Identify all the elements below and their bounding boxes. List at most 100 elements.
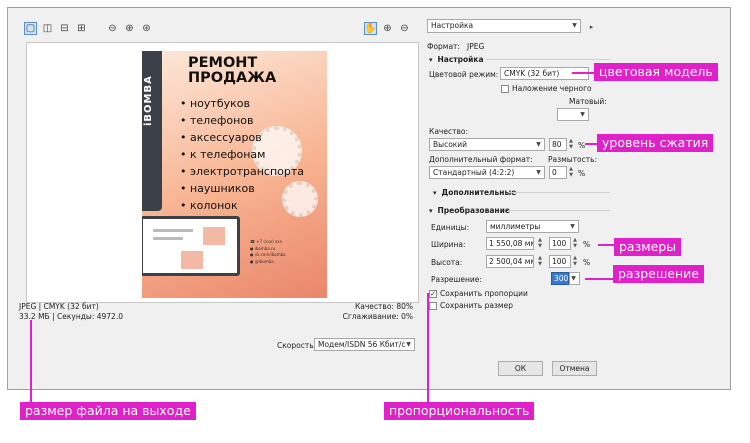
blur-spinner[interactable]: ▲ ▼ [567, 166, 575, 179]
callout-compression: уровень сжатия [597, 134, 714, 152]
section-advanced[interactable]: Дополнительные [433, 188, 517, 197]
divider [508, 210, 610, 211]
units-value: миллиметры [490, 222, 541, 231]
poster-list-item: • телефонов [180, 114, 254, 127]
zoom-fit-icon[interactable]: ⊛ [140, 22, 153, 35]
resolution-dropdown[interactable]: ▼ [569, 272, 580, 285]
poster-list-item: • к телефонам [180, 148, 266, 161]
keep-size-label: Сохранить размер [440, 301, 513, 310]
divider [508, 192, 610, 193]
checkbox-box [501, 84, 509, 93]
quality-number-input[interactable]: 80 [549, 138, 567, 151]
ok-button[interactable]: ОК [498, 361, 543, 376]
subformat-select[interactable]: Стандартный (4:2:2) ▼ [429, 166, 545, 179]
poster-list-item: • ноутбуков [180, 97, 250, 110]
zoom-in-right-icon[interactable]: ⊕ [381, 22, 394, 35]
color-mode-label: Цветовой режим: [429, 70, 499, 79]
keep-ratio-label: Сохранить пропорции [440, 289, 528, 298]
blur-input[interactable]: 0 [549, 166, 567, 179]
checkbox-box-checked: ✓ [429, 289, 437, 298]
callout-file-size: размер файла на выходе [20, 402, 196, 420]
width-percent-spinner[interactable]: ▲ ▼ [571, 237, 579, 250]
callout-proportionality: пропорциональность [384, 402, 535, 420]
section-transform[interactable]: Преобразование [429, 206, 510, 215]
quality-spinner[interactable]: ▲ ▼ [567, 138, 575, 151]
preview-info-quality: Качество: 80% [354, 302, 413, 311]
overprint-checkbox[interactable]: Наложение черного [501, 84, 592, 93]
keep-size-checkbox[interactable]: Сохранить размер [429, 301, 513, 310]
section-settings[interactable]: Настройка [429, 55, 484, 64]
chevron-down-icon: ▼ [536, 169, 541, 176]
subformat-value: Стандартный (4:2:2) [433, 168, 515, 177]
quad-view-icon[interactable]: ⊞ [75, 22, 88, 35]
speed-select[interactable]: Модем/ISDN 56 Кбит/с ▼ [314, 338, 415, 351]
zoom-in-icon[interactable]: ⊕ [123, 22, 136, 35]
blur-percent: % [578, 169, 586, 178]
callout-line [572, 72, 594, 74]
matte-select[interactable]: ▼ [557, 108, 589, 121]
height-percent: % [583, 258, 591, 267]
height-spinner[interactable]: ▲ ▼ [536, 255, 544, 268]
callout-resolution: разрешение [613, 265, 704, 283]
color-mode-value: CMYK (32 бит) [504, 69, 560, 78]
chevron-down-icon: ▼ [406, 341, 411, 348]
chevron-down-icon: ▼ [536, 141, 541, 148]
width-percent-input[interactable]: 100 [549, 237, 571, 250]
quality-label: Качество: [429, 127, 468, 136]
poster-list-item: • наушников [180, 182, 255, 195]
contact-line: ● @ibomba [250, 258, 274, 264]
height-label: Высота: [431, 258, 463, 267]
callout-line [598, 244, 614, 246]
single-view-icon[interactable]: ▢ [24, 22, 37, 35]
keep-ratio-checkbox[interactable]: ✓ Сохранить пропорции [429, 289, 528, 298]
callout-color-model: цветовая модель [594, 63, 718, 81]
split-horizontal-view-icon[interactable]: ⊟ [58, 22, 71, 35]
quality-value: Высокий [433, 140, 468, 149]
width-input[interactable]: 1 550,08 мм [486, 237, 534, 250]
poster-list-item: • электротранспорта [180, 165, 305, 178]
units-label: Единицы: [431, 223, 470, 232]
width-spinner[interactable]: ▲ ▼ [536, 237, 544, 250]
split-vertical-view-icon[interactable]: ◫ [41, 22, 54, 35]
blur-label: Размытость: [548, 155, 598, 164]
preview-pane[interactable]: iBOMBA РЕМОНТ ПРОДАЖА • ноутбуков • теле… [26, 42, 419, 303]
preview-info-smoothing: Сглаживание: 0% [342, 312, 413, 321]
preview-info-size: 33.2 МБ | Секунды: 4972.0 [19, 312, 123, 321]
subformat-label: Дополнительный формат: [429, 155, 533, 164]
pan-hand-icon[interactable]: ✋ [364, 22, 377, 35]
format-value: JPEG [467, 42, 485, 51]
width-percent: % [583, 240, 591, 249]
height-percent-spinner[interactable]: ▲ ▼ [571, 255, 579, 268]
laptop-graphic [142, 216, 240, 276]
preview-info-format: JPEG | CMYK (32 бит) [19, 302, 99, 311]
speed-label: Скорость: [277, 341, 317, 350]
zoom-out-right-icon[interactable]: ⊖ [398, 22, 411, 35]
zoom-out-icon[interactable]: ⊖ [106, 22, 119, 35]
overprint-label: Наложение черного [512, 84, 592, 93]
format-label: Формат: [427, 42, 460, 51]
quality-select[interactable]: Высокий ▼ [429, 138, 545, 151]
callout-sizes: размеры [614, 238, 682, 256]
height-percent-input[interactable]: 100 [549, 255, 571, 268]
poster-title-line2: ПРОДАЖА [188, 70, 277, 86]
preset-value: Настройка [431, 21, 474, 30]
chevron-down-icon: ▼ [570, 223, 575, 230]
cancel-button[interactable]: Отмена [552, 361, 597, 376]
poster-list-item: • аксессуаров [180, 131, 262, 144]
preset-select[interactable]: Настройка ▼ [427, 19, 581, 33]
poster-title: РЕМОНТ ПРОДАЖА [188, 56, 276, 86]
contact-line: ☎ +7 (xxx) xxx [250, 239, 283, 244]
units-select[interactable]: миллиметры ▼ [486, 220, 579, 233]
resolution-label: Разрешение: [431, 275, 482, 284]
preset-menu-icon[interactable]: ▸ [585, 20, 598, 33]
height-input[interactable]: 2 500,04 мм [486, 255, 534, 268]
callout-line [585, 278, 613, 280]
resolution-input[interactable]: 300 [551, 272, 569, 285]
poster-list: • ноутбуков • телефонов • аксессуаров • … [180, 95, 304, 214]
chevron-down-icon: ▼ [572, 22, 577, 29]
callout-line [30, 320, 32, 403]
width-label: Ширина: [431, 240, 466, 249]
divider [486, 59, 610, 60]
poster-list-item: • колонок [180, 199, 238, 212]
checkbox-box [429, 301, 437, 310]
